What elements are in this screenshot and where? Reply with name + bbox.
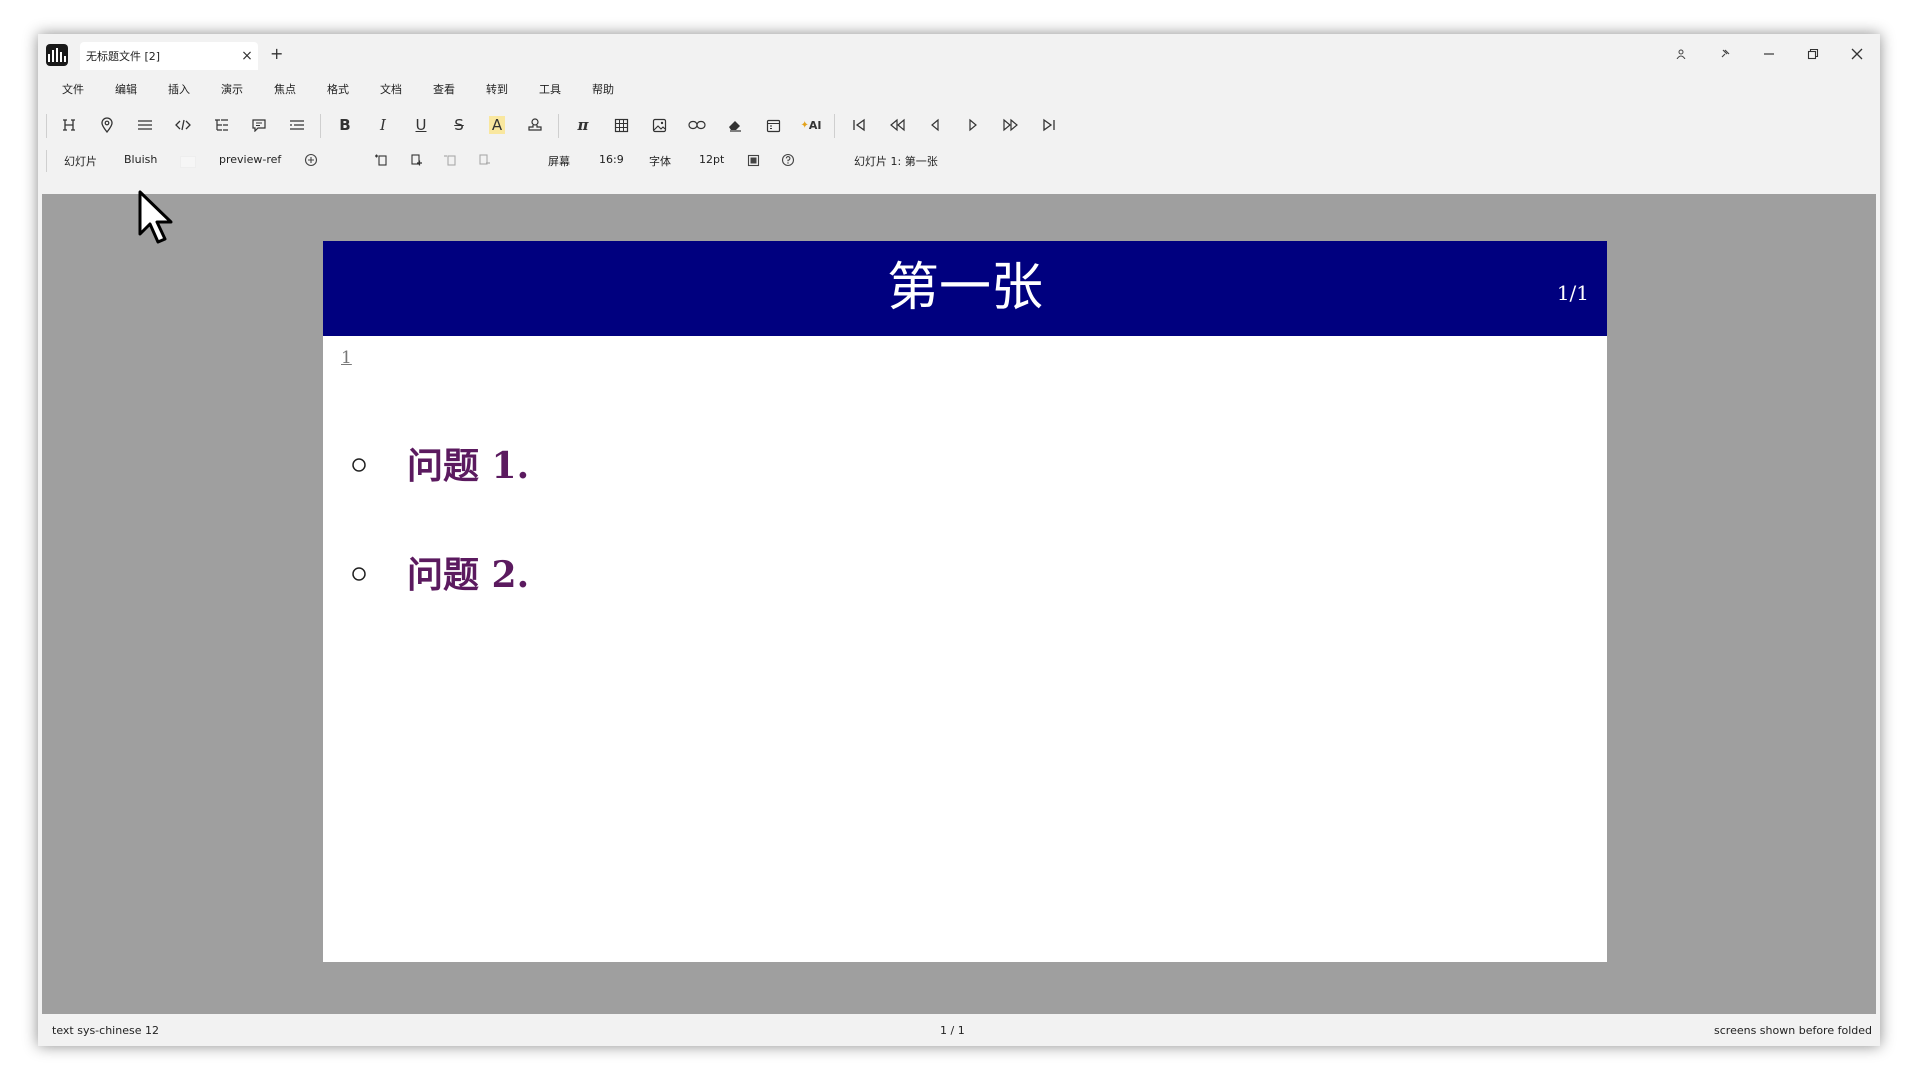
title-bar: 无标题文件 [2] × +: [38, 34, 1880, 76]
app-window: 无标题文件 [2] × + 文件 编辑 插入 演示 焦点 格式 文档 查看 转到…: [38, 34, 1880, 1046]
heading-icon[interactable]: [55, 112, 83, 138]
link-icon[interactable]: [683, 112, 711, 138]
menu-edit[interactable]: 编辑: [103, 81, 149, 97]
restore-icon[interactable]: [1796, 42, 1830, 66]
move-slide-up-icon: [441, 151, 459, 169]
menu-document[interactable]: 文档: [368, 81, 414, 97]
insert-slide-before-icon[interactable]: [372, 151, 390, 169]
sparkle-icon: ✦: [800, 119, 809, 131]
menu-format[interactable]: 格式: [315, 81, 361, 97]
app-logo-icon: [46, 44, 68, 66]
bullet-item[interactable]: 问题 2.: [407, 546, 529, 598]
pin-icon[interactable]: [1708, 42, 1742, 66]
aspect-ratio-select[interactable]: 16:9: [599, 153, 624, 166]
rewind-icon[interactable]: [883, 112, 911, 138]
italic-button[interactable]: I: [369, 112, 397, 138]
bold-button[interactable]: B: [331, 112, 359, 138]
layout-icon[interactable]: [744, 151, 762, 169]
add-circle-icon[interactable]: [302, 151, 320, 169]
bar-separator: [46, 150, 47, 172]
toolbar-separator: [558, 114, 559, 138]
bullet-item[interactable]: 问题 1.: [407, 437, 529, 489]
menu-file[interactable]: 文件: [50, 81, 96, 97]
insert-slide-after-icon[interactable]: [407, 151, 425, 169]
new-tab-icon[interactable]: +: [270, 44, 283, 63]
slide-title: 第一张: [886, 258, 1043, 318]
menu-view[interactable]: 查看: [421, 81, 467, 97]
mode-label[interactable]: 幻灯片: [64, 153, 97, 169]
eraser-icon[interactable]: [721, 112, 749, 138]
status-bar: text sys-chinese 12 1 / 1 screens shown …: [38, 1014, 1880, 1046]
underline-button[interactable]: U: [407, 112, 435, 138]
toolbar: B I U S A π ✦ AI: [38, 106, 1880, 144]
minimize-icon[interactable]: [1752, 42, 1786, 66]
menu-bar: 文件 编辑 插入 演示 焦点 格式 文档 查看 转到 工具 帮助: [38, 76, 1880, 102]
toolbar-separator: [320, 114, 321, 138]
highlight-button[interactable]: A: [483, 112, 511, 138]
ai-label: AI: [808, 118, 822, 132]
indent-list-icon[interactable]: [283, 112, 311, 138]
current-slide-info: 幻灯片 1: 第一张: [854, 155, 938, 168]
toolbar-separator: [834, 114, 835, 138]
theme-select[interactable]: Bluish: [124, 153, 157, 166]
menu-present[interactable]: 演示: [209, 81, 255, 97]
image-icon[interactable]: [645, 112, 673, 138]
preview-ref-label[interactable]: preview-ref: [219, 153, 281, 166]
menu-goto[interactable]: 转到: [474, 81, 520, 97]
fast-forward-icon[interactable]: [997, 112, 1025, 138]
list-icon[interactable]: [131, 112, 159, 138]
menu-tools[interactable]: 工具: [527, 81, 573, 97]
document-tab[interactable]: 无标题文件 [2] ×: [80, 42, 258, 70]
code-icon[interactable]: [169, 112, 197, 138]
status-page-counter: 1 / 1: [940, 1024, 965, 1037]
status-folding-info: screens shown before folded: [1714, 1024, 1872, 1037]
theme-color-swatch[interactable]: [180, 156, 196, 168]
bullet-circle-icon: [351, 457, 367, 473]
strikethrough-button[interactable]: S: [445, 112, 473, 138]
stamp-icon[interactable]: [521, 112, 549, 138]
slide-header: 第一张 1/1: [323, 241, 1607, 336]
presentation-bar: 幻灯片 Bluish preview-ref 屏幕 16:9 字体 12pt 幻…: [38, 146, 1880, 176]
formula-button[interactable]: π: [569, 112, 597, 138]
slide-page-number: 1/1: [1556, 281, 1589, 305]
slide-canvas: 第一张 1/1 1 问题 1. 问题 2.: [42, 194, 1876, 1014]
user-icon[interactable]: [1664, 42, 1698, 66]
tab-title: 无标题文件 [2]: [86, 50, 161, 63]
toolbar-separator: [46, 114, 47, 138]
comment-icon[interactable]: [245, 112, 273, 138]
calendar-icon[interactable]: [759, 112, 787, 138]
tree-list-icon[interactable]: [207, 112, 235, 138]
line-number: 1: [341, 348, 352, 368]
help-circle-icon[interactable]: [779, 151, 797, 169]
ai-button[interactable]: ✦ AI: [797, 112, 825, 138]
slide[interactable]: 第一张 1/1 1 问题 1. 问题 2.: [323, 241, 1607, 962]
menu-focus[interactable]: 焦点: [262, 81, 308, 97]
first-slide-icon[interactable]: [845, 112, 873, 138]
font-size-select[interactable]: 12pt: [699, 153, 724, 166]
highlight-label: A: [488, 116, 506, 134]
screen-label[interactable]: 屏幕: [548, 153, 570, 169]
font-label[interactable]: 字体: [649, 153, 671, 169]
status-font-info: text sys-chinese 12: [52, 1024, 159, 1037]
mouse-cursor-icon: [138, 190, 176, 248]
bullet-circle-icon: [351, 566, 367, 582]
last-slide-icon[interactable]: [1035, 112, 1063, 138]
move-slide-down-icon: [475, 151, 493, 169]
close-window-icon[interactable]: [1840, 42, 1874, 66]
table-icon[interactable]: [607, 112, 635, 138]
tab-close-icon[interactable]: ×: [236, 48, 258, 64]
location-pin-icon[interactable]: [93, 112, 121, 138]
menu-help[interactable]: 帮助: [580, 81, 626, 97]
play-icon[interactable]: [959, 112, 987, 138]
previous-icon[interactable]: [921, 112, 949, 138]
menu-insert[interactable]: 插入: [156, 81, 202, 97]
